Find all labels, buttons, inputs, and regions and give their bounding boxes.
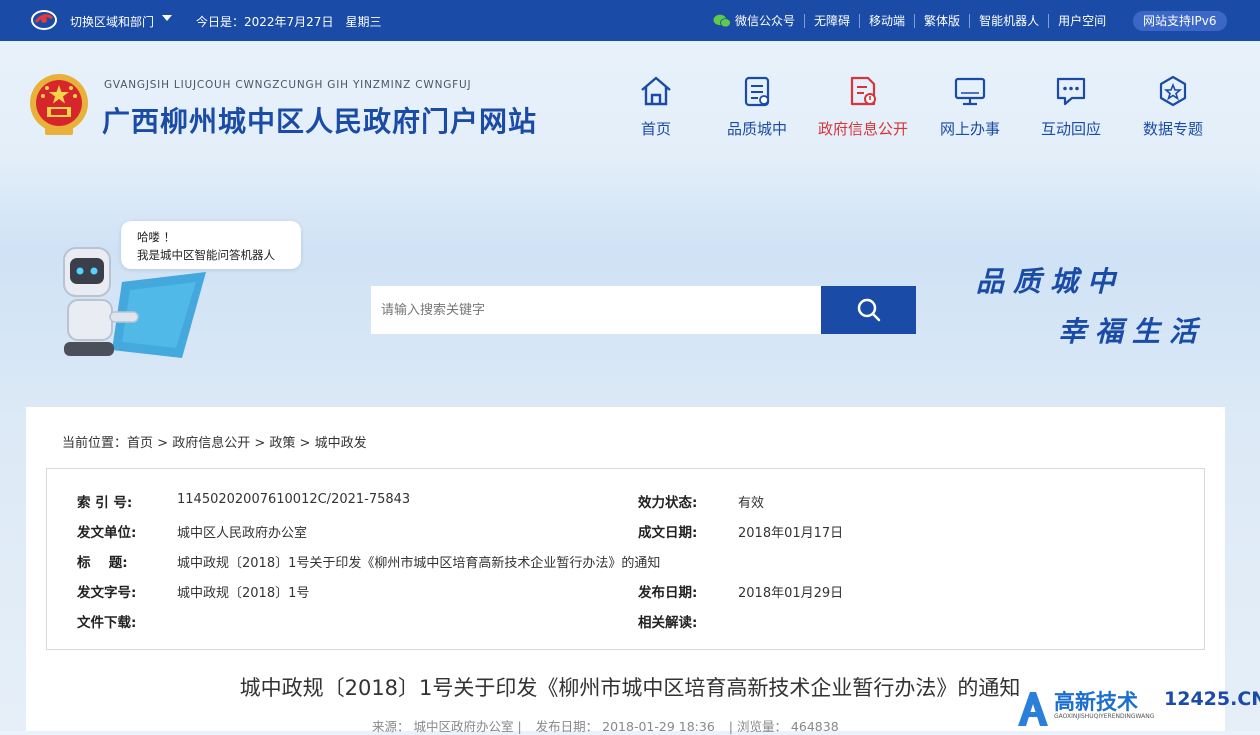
today-date: 今日是：2022年7月27日 星期三	[196, 15, 382, 29]
issuer-value: 城中区人民政府办公室	[177, 526, 308, 541]
site-watermark: 高新技术 12425.CN GAOXINJISHUQIYERENDINGWANG	[1014, 686, 1260, 731]
mobile-link[interactable]: 移动端	[860, 13, 916, 28]
wechat-link-label: 微信公众号	[735, 13, 796, 28]
issuer-label: 发文单位:	[77, 525, 137, 541]
robot-link[interactable]: 智能机器人	[970, 13, 1050, 28]
validity-status-label: 效力状态:	[638, 495, 698, 511]
article-meta: 来源： 城中区政府办公室 | 发布日期： 2018-01-29 18:36 | …	[372, 716, 849, 735]
monitor-icon	[954, 77, 986, 106]
bubble-greeting: 哈喽 ！	[137, 230, 176, 244]
index-number-label: 索 引 号:	[77, 495, 133, 511]
national-emblem-icon	[30, 74, 88, 135]
watermark-subtitle: GAOXINJISHUQIYERENDINGWANG	[1054, 713, 1155, 720]
doc-number-value: 城中政规〔2018〕1号	[177, 586, 310, 601]
breadcrumb-chengzhong-zhengfa[interactable]: 城中政发	[315, 436, 367, 451]
title-label: 标 题:	[77, 555, 128, 571]
breadcrumb-policy[interactable]: 政策	[269, 436, 295, 451]
nav-data-topics[interactable]: 数据专题	[1118, 74, 1228, 139]
doc-number-label: 发文字号:	[77, 585, 137, 601]
bubble-intro: 我是城中区智能问答机器人	[137, 248, 275, 262]
nav-data-topics-label: 数据专题	[1142, 120, 1203, 138]
validity-status-value: 有效	[738, 496, 765, 511]
breadcrumb-gov-info[interactable]: 政府信息公开	[172, 436, 250, 451]
ipv6-badge: 网站支持IPv6	[1133, 11, 1227, 31]
nav-online-service[interactable]: 网上办事	[915, 74, 1025, 139]
index-number-value: 11450202007610012C/2021-75843	[177, 492, 411, 507]
nav-home[interactable]: 首页	[601, 74, 711, 139]
breadcrumb-separator: >	[153, 436, 173, 451]
wechat-icon	[713, 14, 731, 27]
article-source: 来源： 城中区政府办公室 |	[372, 719, 522, 734]
region-switch-button[interactable]: 切换区域和部门	[70, 13, 154, 30]
breadcrumb-home[interactable]: 首页	[127, 436, 153, 451]
nav-quality-chengzhong[interactable]: 品质城中	[702, 74, 812, 139]
home-icon	[641, 76, 671, 106]
wechat-link[interactable]: 微信公众号	[704, 13, 806, 28]
search-input[interactable]	[371, 286, 821, 334]
published-date-value: 2018年01月29日	[738, 586, 844, 601]
document-info-table: 索 引 号: 11450202007610012C/2021-75843 效力状…	[46, 468, 1205, 650]
nav-gov-info[interactable]: 政府信息公开	[808, 74, 918, 139]
nav-interaction-label: 互动回应	[1040, 120, 1101, 138]
accessibility-link[interactable]: 无障碍	[805, 13, 861, 28]
city-logo-icon	[31, 10, 57, 30]
nav-quality-label: 品质城中	[726, 120, 787, 138]
watermark-logo-icon	[1018, 692, 1048, 726]
badge-star-icon	[1159, 75, 1187, 107]
article-views: | 浏览量： 464838	[728, 719, 839, 734]
site-title[interactable]: 广西柳州城中区人民政府门户网站	[102, 100, 537, 140]
robot-speech-bubble: 哈喽 ！ 我是城中区智能问答机器人	[121, 221, 301, 269]
watermark-title: 高新技术	[1054, 690, 1138, 714]
article-date: 发布日期： 2018-01-29 18:36	[535, 719, 715, 734]
user-space-link[interactable]: 用户空间	[1049, 14, 1115, 28]
published-date-label: 发布日期:	[638, 585, 698, 601]
breadcrumb-prefix: 当前位置：	[62, 436, 128, 451]
search-icon	[857, 298, 880, 322]
watermark-url: 12425.CN	[1164, 688, 1260, 710]
title-value: 城中政规〔2018〕1号关于印发《柳州市城中区培育高新技术企业暂行办法》的通知	[177, 556, 661, 571]
slogan-line-2: 幸福生活	[1058, 315, 1207, 348]
breadcrumb-separator: >	[295, 436, 315, 451]
breadcrumb-separator: >	[250, 436, 270, 451]
traditional-chinese-link[interactable]: 繁体版	[915, 13, 971, 28]
related-interpretation-label: 相关解读:	[638, 615, 698, 631]
created-date-value: 2018年01月17日	[738, 526, 844, 541]
file-download-label: 文件下载:	[77, 615, 137, 631]
document-list-icon	[744, 76, 770, 107]
nav-online-service-label: 网上办事	[939, 120, 1000, 138]
slogan-line-1: 品质城中	[976, 265, 1125, 298]
top-links: 微信公众号 无障碍 移动端 繁体版 智能机器人 用户空间	[704, 0, 1115, 41]
chevron-down-icon[interactable]	[162, 15, 172, 21]
breadcrumb: 当前位置：首页 > 政府信息公开 > 政策 > 城中政发	[62, 432, 367, 451]
top-bar: 切换区域和部门 今日是：2022年7月27日 星期三 微信公众号 无障碍 移动端…	[0, 0, 1260, 41]
created-date-label: 成文日期:	[638, 525, 698, 541]
nav-interaction[interactable]: 互动回应	[1016, 74, 1126, 139]
nav-home-label: 首页	[640, 120, 671, 138]
gov-info-icon	[850, 76, 876, 106]
nav-gov-info-label: 政府信息公开	[817, 120, 908, 138]
chat-bubble-icon	[1056, 77, 1086, 106]
search-button[interactable]	[821, 286, 916, 334]
site-pinyin-title: GVANGJSIH LIUJCOUH CWNGZCUNGH GIH YINZMI…	[104, 79, 472, 91]
